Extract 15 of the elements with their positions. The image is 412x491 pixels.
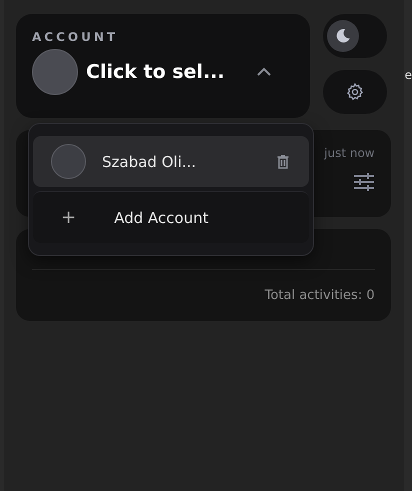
trash-icon[interactable] bbox=[277, 154, 289, 169]
timestamp: just now bbox=[324, 146, 375, 160]
add-account-button[interactable]: + Add Account bbox=[33, 191, 309, 243]
sliders-icon[interactable] bbox=[352, 172, 375, 192]
theme-toggle[interactable] bbox=[323, 14, 387, 58]
account-selector[interactable]: Click to sel... bbox=[32, 49, 294, 95]
account-label: ACCOUNT bbox=[32, 30, 120, 44]
account-item[interactable]: Szabad Oli... bbox=[33, 136, 309, 188]
settings-icon bbox=[345, 82, 365, 102]
activity-total: Total activities: 0 bbox=[264, 288, 375, 303]
avatar bbox=[32, 49, 78, 95]
background-text: e bbox=[404, 68, 412, 84]
settings-button[interactable] bbox=[323, 70, 387, 114]
moon-icon bbox=[334, 27, 352, 45]
avatar bbox=[51, 144, 86, 180]
